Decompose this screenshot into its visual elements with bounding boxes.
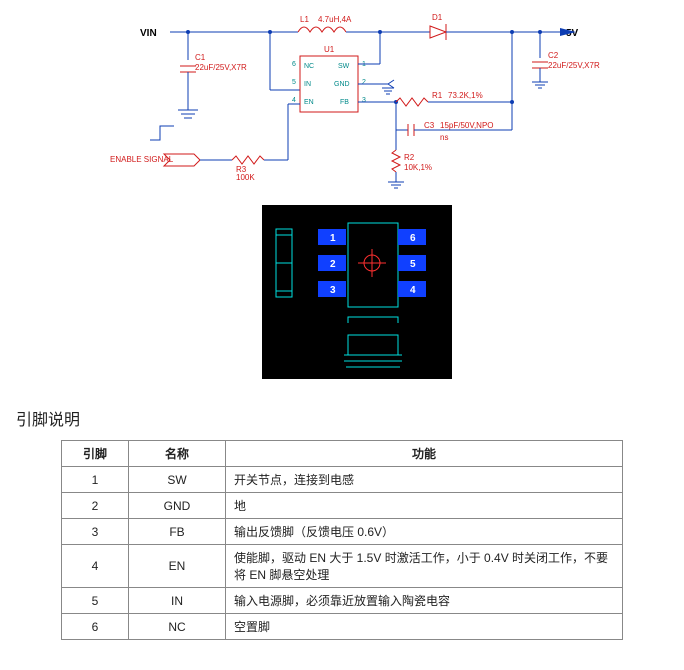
svg-text:FB: FB (340, 99, 349, 106)
r3-val: 100K (236, 173, 255, 182)
r1-ref: R1 (432, 91, 443, 100)
l1-ref: L1 (300, 15, 309, 24)
svg-text:5: 5 (410, 259, 416, 270)
table-row: 6NC空置脚 (62, 614, 623, 640)
vin-label: VIN (140, 28, 157, 39)
c1-val: 22uF/25V,X7R (195, 63, 247, 72)
th-name: 名称 (129, 441, 226, 467)
c3-note: ns (440, 133, 448, 142)
svg-text:2: 2 (362, 79, 366, 86)
enable-label: ENABLE SIGNAL (110, 155, 174, 164)
table-row: 4EN使能脚，驱动 EN 大于 1.5V 时激活工作，小于 0.4V 时关闭工作… (62, 545, 623, 588)
svg-text:4: 4 (410, 285, 416, 296)
th-pin: 引脚 (62, 441, 129, 467)
c2-ref: C2 (548, 51, 559, 60)
table-row: 1SW开关节点，连接到电感 (62, 467, 623, 493)
l1-val: 4.7uH,4A (318, 15, 352, 24)
svg-text:3: 3 (330, 285, 336, 296)
table-row: 3FB输出反馈脚（反馈电压 0.6V） (62, 519, 623, 545)
table-row: 2GND地 (62, 493, 623, 519)
svg-text:GND: GND (334, 81, 350, 88)
u1-ref: U1 (324, 45, 335, 54)
table-row: 5IN输入电源脚，必须靠近放置输入陶瓷电容 (62, 588, 623, 614)
svg-text:EN: EN (304, 99, 314, 106)
d1-ref: D1 (432, 13, 443, 22)
pcb-footprint: 1 2 3 6 5 4 (0, 205, 684, 385)
th-func: 功能 (226, 441, 623, 467)
c1-ref: C1 (195, 53, 206, 62)
svg-text:5: 5 (292, 79, 296, 86)
c3-ref: C3 (424, 121, 435, 130)
svg-text:2: 2 (330, 259, 336, 270)
svg-text:IN: IN (304, 81, 311, 88)
svg-text:6: 6 (292, 61, 296, 68)
svg-text:3: 3 (362, 97, 366, 104)
section-title: 引脚说明 (16, 406, 684, 430)
svg-text:1: 1 (330, 233, 336, 244)
svg-text:SW: SW (338, 63, 350, 70)
r1-val: 73.2K,1% (448, 91, 483, 100)
c3-val: 15pF/50V,NPO (440, 121, 494, 130)
c2-val: 22uF/25V,X7R (548, 61, 600, 70)
svg-text:4: 4 (292, 97, 296, 104)
svg-text:NC: NC (304, 63, 314, 70)
r2-ref: R2 (404, 153, 415, 162)
pin-table: 引脚 名称 功能 1SW开关节点，连接到电感2GND地3FB输出反馈脚（反馈电压… (61, 440, 623, 640)
schematic-diagram: VIN L1 4.7uH,4A D1 5V C1 22uF/25V,X7R U1… (0, 0, 684, 200)
r2-val: 10K,1% (404, 163, 432, 172)
svg-text:6: 6 (410, 233, 416, 244)
